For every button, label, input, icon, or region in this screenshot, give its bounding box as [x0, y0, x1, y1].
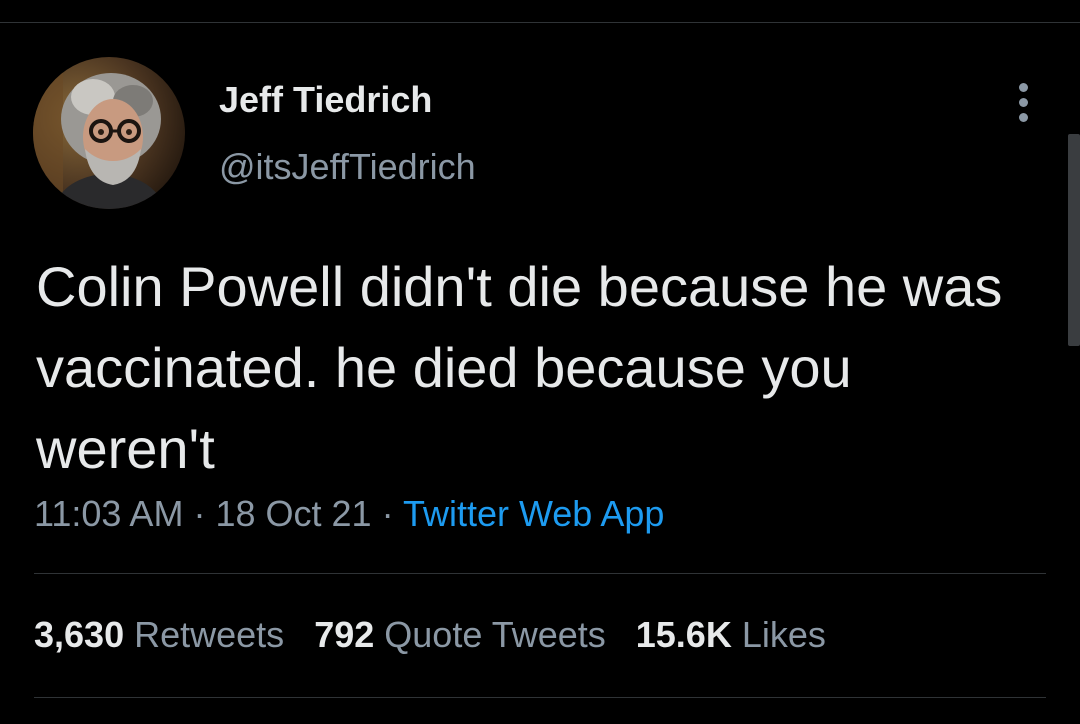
likes-count: 15.6K	[635, 614, 732, 655]
separator-dot: ·	[193, 493, 206, 534]
retweets-count: 3,630	[34, 614, 125, 655]
tweet-date[interactable]: 18 Oct 21	[215, 493, 371, 534]
divider	[34, 697, 1046, 698]
top-divider	[0, 22, 1080, 23]
divider	[34, 573, 1046, 574]
avatar[interactable]	[33, 57, 185, 209]
tweet-text: Colin Powell didn't die because he was v…	[36, 255, 1003, 480]
tweet-time[interactable]: 11:03 AM	[34, 493, 183, 534]
quote-tweets-label: Quote Tweets	[384, 614, 606, 655]
tweet-stats: 3,630 Retweets 792 Quote Tweets 15.6K Like…	[34, 613, 856, 657]
scrollbar[interactable]	[1068, 134, 1080, 346]
likes-label: Likes	[741, 614, 826, 655]
tweet-source-link[interactable]: Twitter Web App	[403, 493, 664, 534]
author-display-name[interactable]: Jeff Tiedrich	[219, 78, 432, 122]
separator-dot: ·	[381, 493, 394, 534]
more-options-button[interactable]	[1004, 80, 1044, 124]
avatar-image	[33, 57, 185, 209]
likes-stat[interactable]: 15.6K Likes	[636, 614, 826, 655]
quote-tweets-stat[interactable]: 792 Quote Tweets	[314, 614, 606, 655]
retweets-stat[interactable]: 3,630 Retweets	[34, 614, 284, 655]
retweets-label: Retweets	[134, 614, 285, 655]
tweet-metadata: 11:03 AM · 18 Oct 21 · Twitter Web App	[34, 492, 664, 536]
quote-tweets-count: 792	[314, 614, 375, 655]
author-handle[interactable]: @itsJeffTiedrich	[219, 145, 476, 189]
